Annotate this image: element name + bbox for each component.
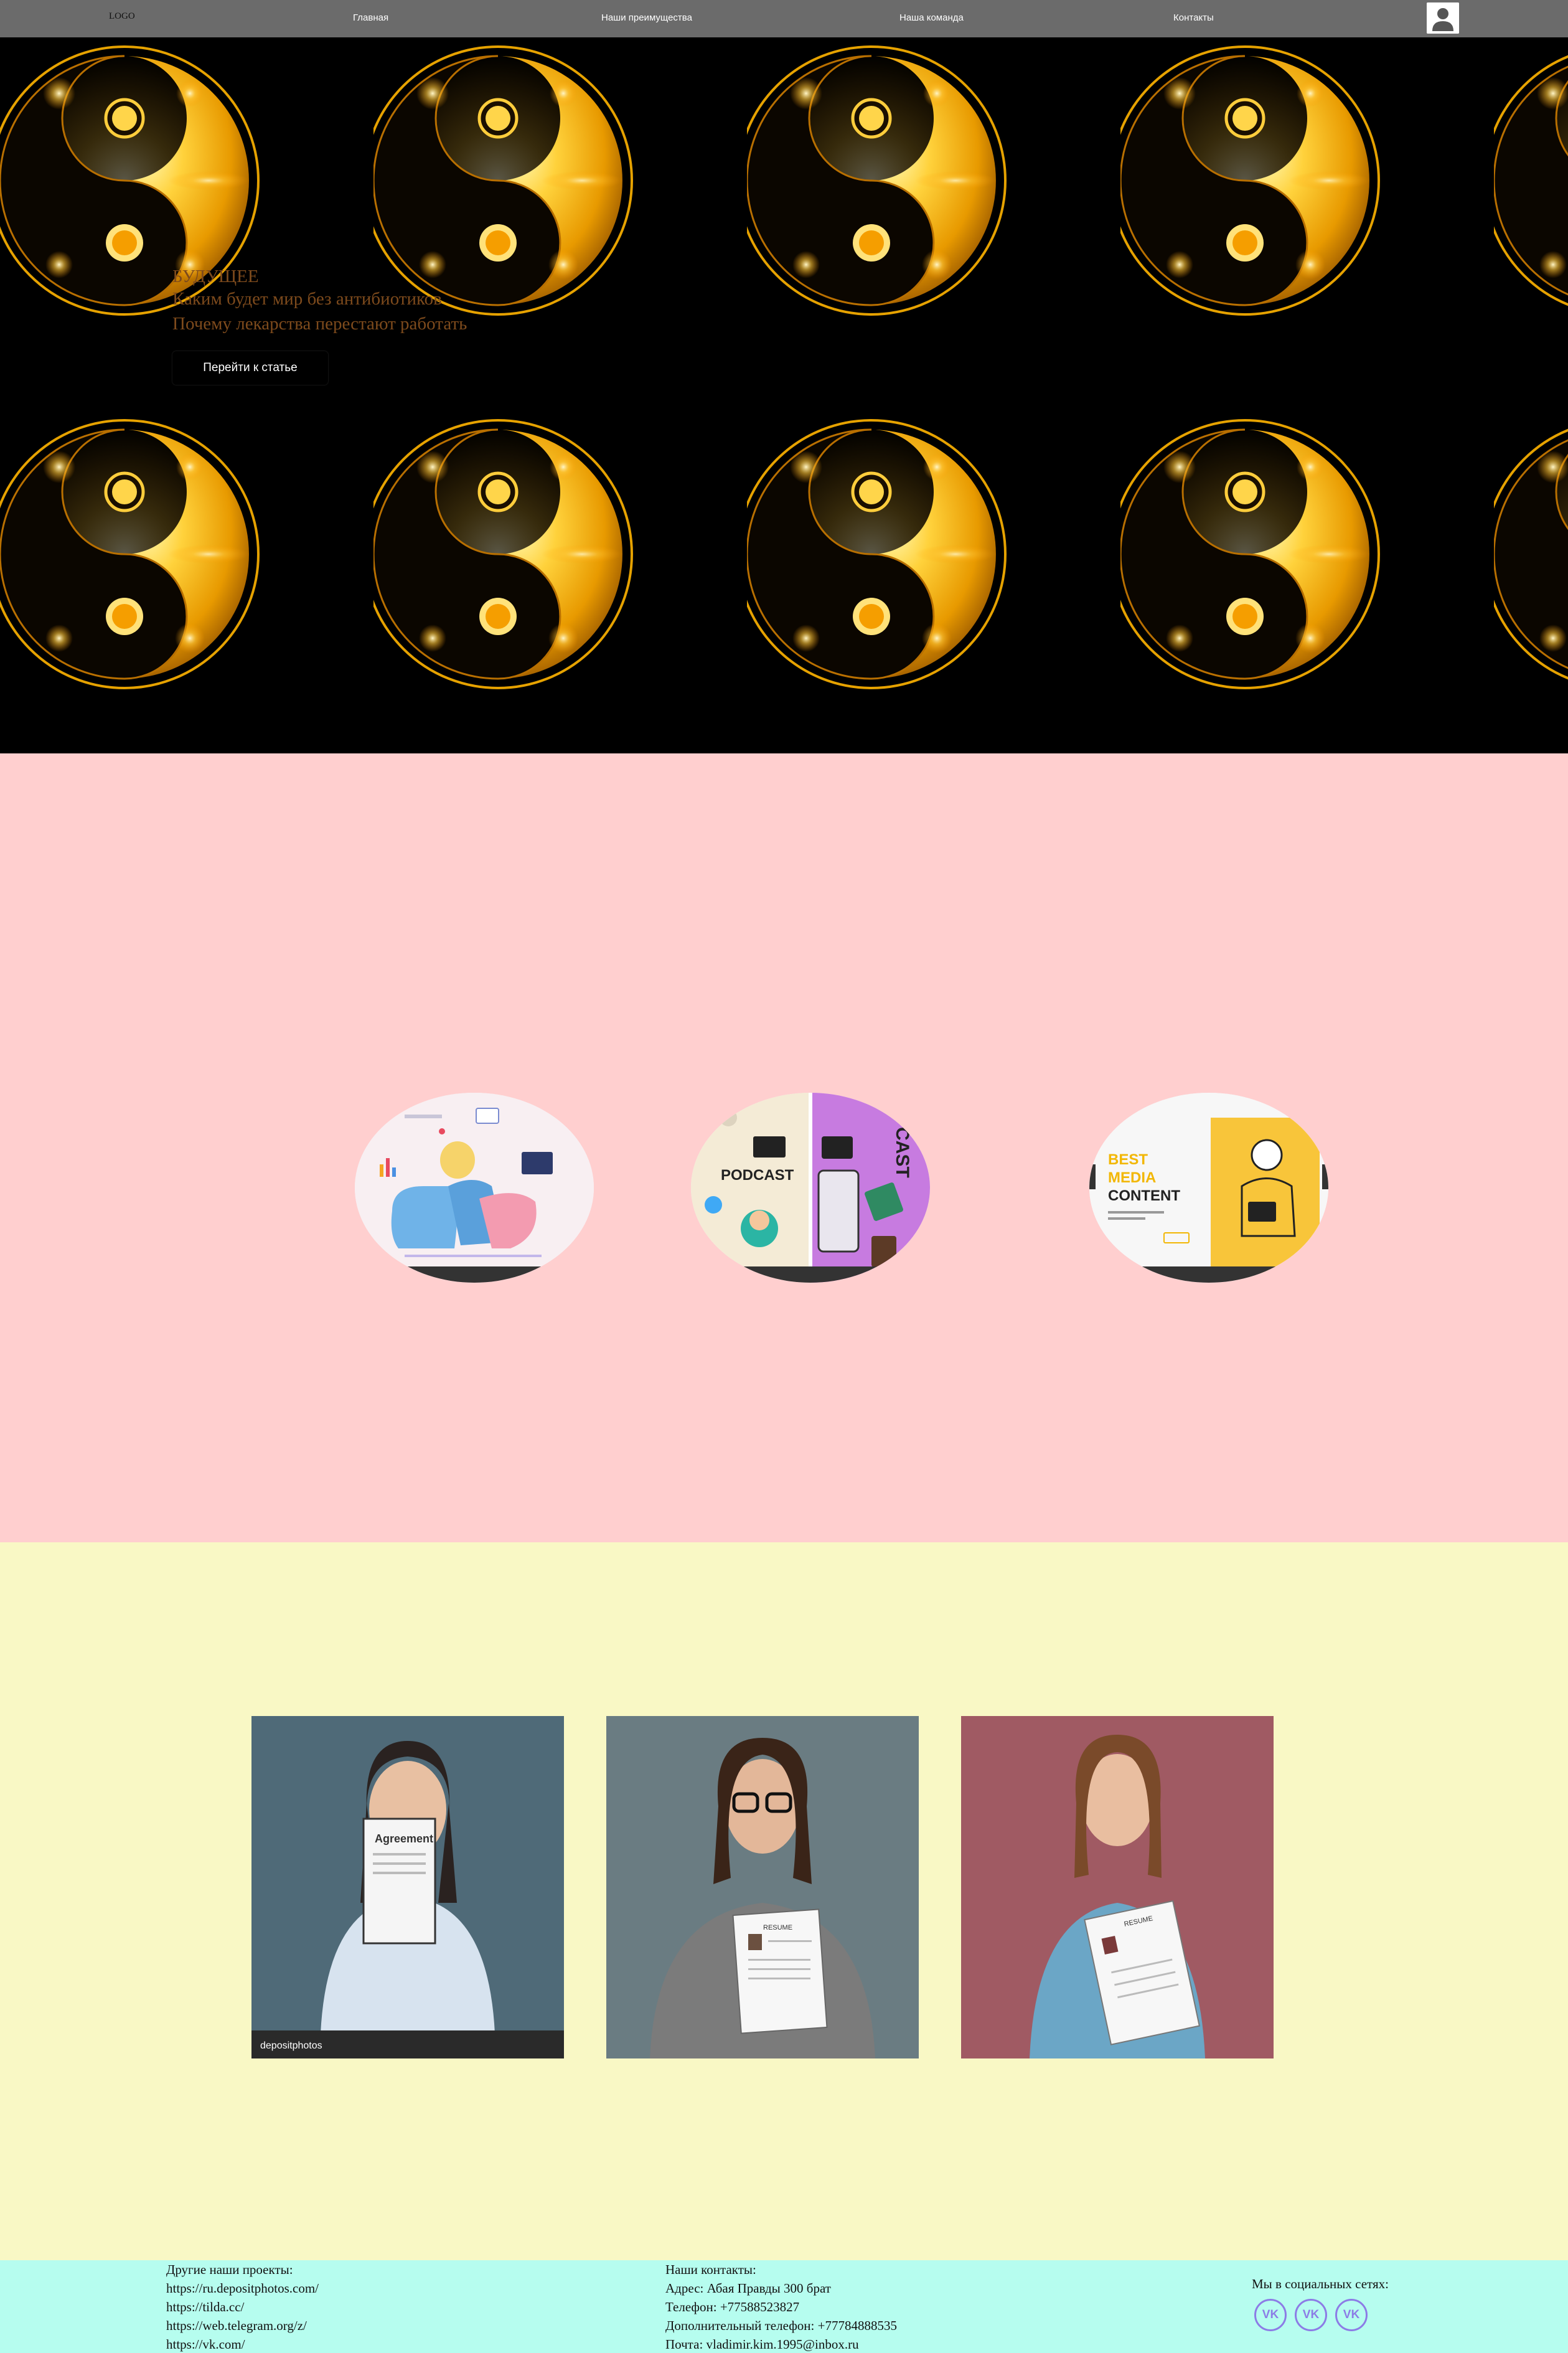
woman-with-resume-glasses-photo[interactable]: RESUME xyxy=(606,1716,919,2058)
contact-email: Почта: vladimir.kim.1995@inbox.ru xyxy=(665,2337,859,2352)
depositphotos-watermark: depositphotos xyxy=(260,2040,322,2051)
yin-yang-icon xyxy=(736,411,1120,753)
project-link-vk[interactable]: https://vk.com/ xyxy=(166,2335,319,2353)
hero-subtitle: Почему лекарства перестают работать xyxy=(172,314,467,334)
team-section: Agreement depositphotos RESUME RESUME xyxy=(0,1542,1568,2260)
projects-title: Другие наши проекты: xyxy=(166,2262,293,2277)
yin-yang-icon xyxy=(0,37,373,395)
content-label: CONTENT xyxy=(1108,1187,1180,1204)
nav-link-home[interactable]: Главная xyxy=(353,12,388,23)
woman-with-resume-photo[interactable]: RESUME xyxy=(961,1716,1274,2058)
contact-address: Адрес: Абая Правды 300 брат xyxy=(665,2281,831,2296)
nav-link-contacts[interactable]: Контакты xyxy=(1173,12,1214,23)
project-link-telegram[interactable]: https://web.telegram.org/z/ xyxy=(166,2316,319,2335)
media-label: MEDIA xyxy=(1108,1169,1156,1186)
contact-phone-extra: Дополнительный телефон: +77784888535 xyxy=(665,2318,897,2333)
project-link-depositphotos[interactable]: https://ru.depositphotos.com/ xyxy=(166,2279,319,2298)
yin-yang-icon xyxy=(0,411,373,753)
read-article-button[interactable]: Перейти к статье xyxy=(172,351,328,385)
illustrations-section: PODCAST CAST BEST MEDIA CONTENT xyxy=(0,753,1568,1542)
contact-phone: Телефон: +77588523827 xyxy=(665,2299,800,2314)
vk-icon[interactable]: VK xyxy=(1335,2299,1368,2331)
yin-yang-icon xyxy=(736,37,1120,395)
logo[interactable]: LOGO xyxy=(109,11,135,22)
yin-yang-icon xyxy=(363,411,747,753)
hero-kicker: БУДУЩЕЕ xyxy=(172,266,259,286)
cast-label: CAST xyxy=(892,1127,913,1178)
nav-link-advantages[interactable]: Наши преимущества xyxy=(601,12,692,23)
best-media-content-illustration[interactable]: BEST MEDIA CONTENT xyxy=(1089,1093,1328,1283)
nav-link-team[interactable]: Наша команда xyxy=(899,12,964,23)
footer: Другие наши проекты: https://ru.depositp… xyxy=(0,2260,1568,2353)
contacts-title: Наши контакты: xyxy=(665,2262,756,2277)
user-avatar-icon[interactable] xyxy=(1427,2,1459,34)
yin-yang-icon xyxy=(363,37,747,395)
hero-title: Каким будет мир без антибиотиков xyxy=(172,289,442,309)
vk-icon[interactable]: VK xyxy=(1254,2299,1287,2331)
podcast-illustration[interactable]: PODCAST CAST xyxy=(691,1093,930,1283)
yin-yang-icon xyxy=(1483,37,1568,395)
agreement-label: Agreement xyxy=(375,1832,433,1845)
yin-yang-icon xyxy=(1110,37,1494,395)
project-link-tilda[interactable]: https://tilda.cc/ xyxy=(166,2298,319,2316)
best-label: BEST xyxy=(1108,1151,1148,1168)
yin-yang-icon xyxy=(1483,411,1568,753)
resume-label-1: RESUME xyxy=(763,1924,792,1931)
vk-icon[interactable]: VK xyxy=(1295,2299,1327,2331)
podcast-label: PODCAST xyxy=(721,1167,794,1184)
contacts-column: Наши контакты: Адрес: Абая Правды 300 бр… xyxy=(665,2260,897,2353)
top-navbar: LOGO Главная Наши преимущества Наша кома… xyxy=(0,0,1568,37)
woman-with-agreement-photo[interactable]: Agreement depositphotos xyxy=(251,1716,564,2058)
social-title: Мы в социальных сетях: xyxy=(1252,2276,1389,2291)
hero-banner: БУДУЩЕЕ Каким будет мир без антибиотиков… xyxy=(0,37,1568,753)
woman-with-laptop-illustration[interactable] xyxy=(355,1093,594,1283)
yin-yang-icon xyxy=(1110,411,1494,753)
projects-column: Другие наши проекты: https://ru.depositp… xyxy=(166,2260,319,2353)
